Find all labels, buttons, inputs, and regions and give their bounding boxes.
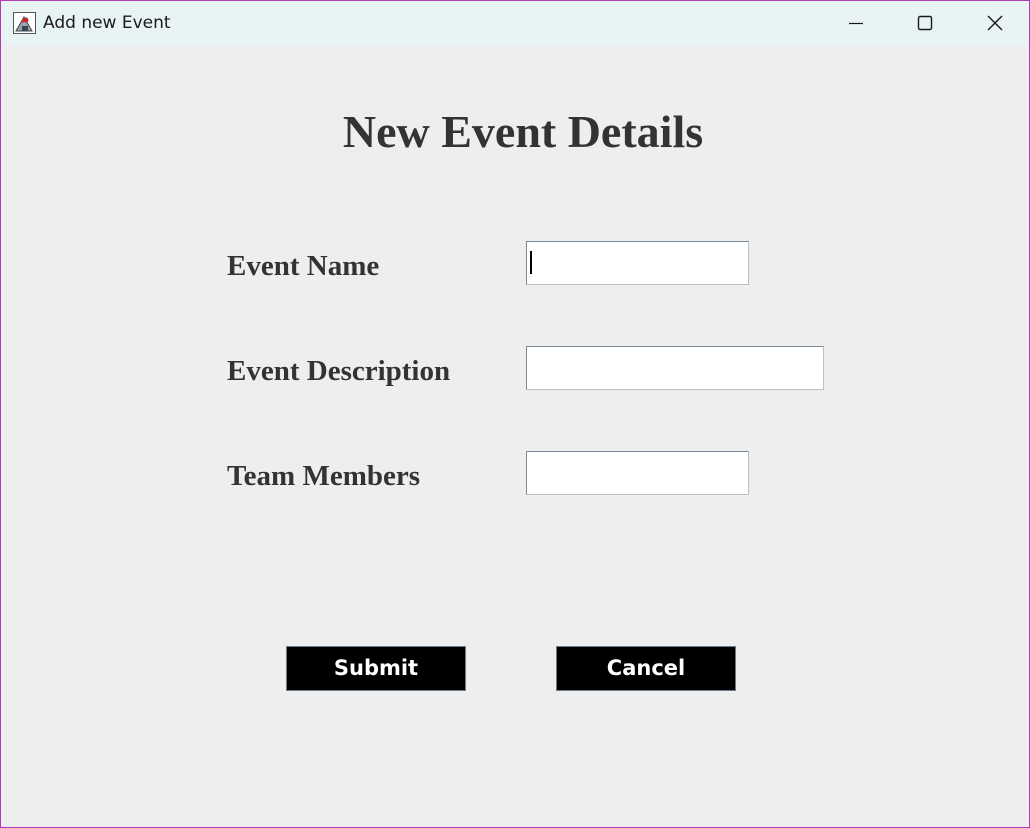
team-members-input[interactable] <box>526 451 749 495</box>
cancel-button[interactable]: Cancel <box>556 646 736 691</box>
event-description-input[interactable] <box>526 346 824 390</box>
maximize-icon <box>917 15 933 31</box>
text-cursor <box>530 251 532 274</box>
event-name-input[interactable] <box>526 241 749 285</box>
team-members-label: Team Members <box>227 460 421 492</box>
close-icon <box>987 15 1003 31</box>
maximize-button[interactable] <box>891 1 957 45</box>
event-name-label: Event Name <box>227 250 380 282</box>
form-heading: New Event Details <box>342 106 704 157</box>
event-description-label: Event Description <box>227 355 451 387</box>
minimize-button[interactable] <box>823 1 889 45</box>
window-title: Add new Event <box>43 13 171 33</box>
add-event-window: Add new Event New Event Details Event Na… <box>0 0 1030 828</box>
minimize-icon <box>849 22 863 25</box>
close-button[interactable] <box>961 1 1027 45</box>
title-bar[interactable]: Add new Event <box>1 1 1029 45</box>
java-app-icon[interactable] <box>13 12 36 34</box>
submit-button[interactable]: Submit <box>286 646 466 691</box>
